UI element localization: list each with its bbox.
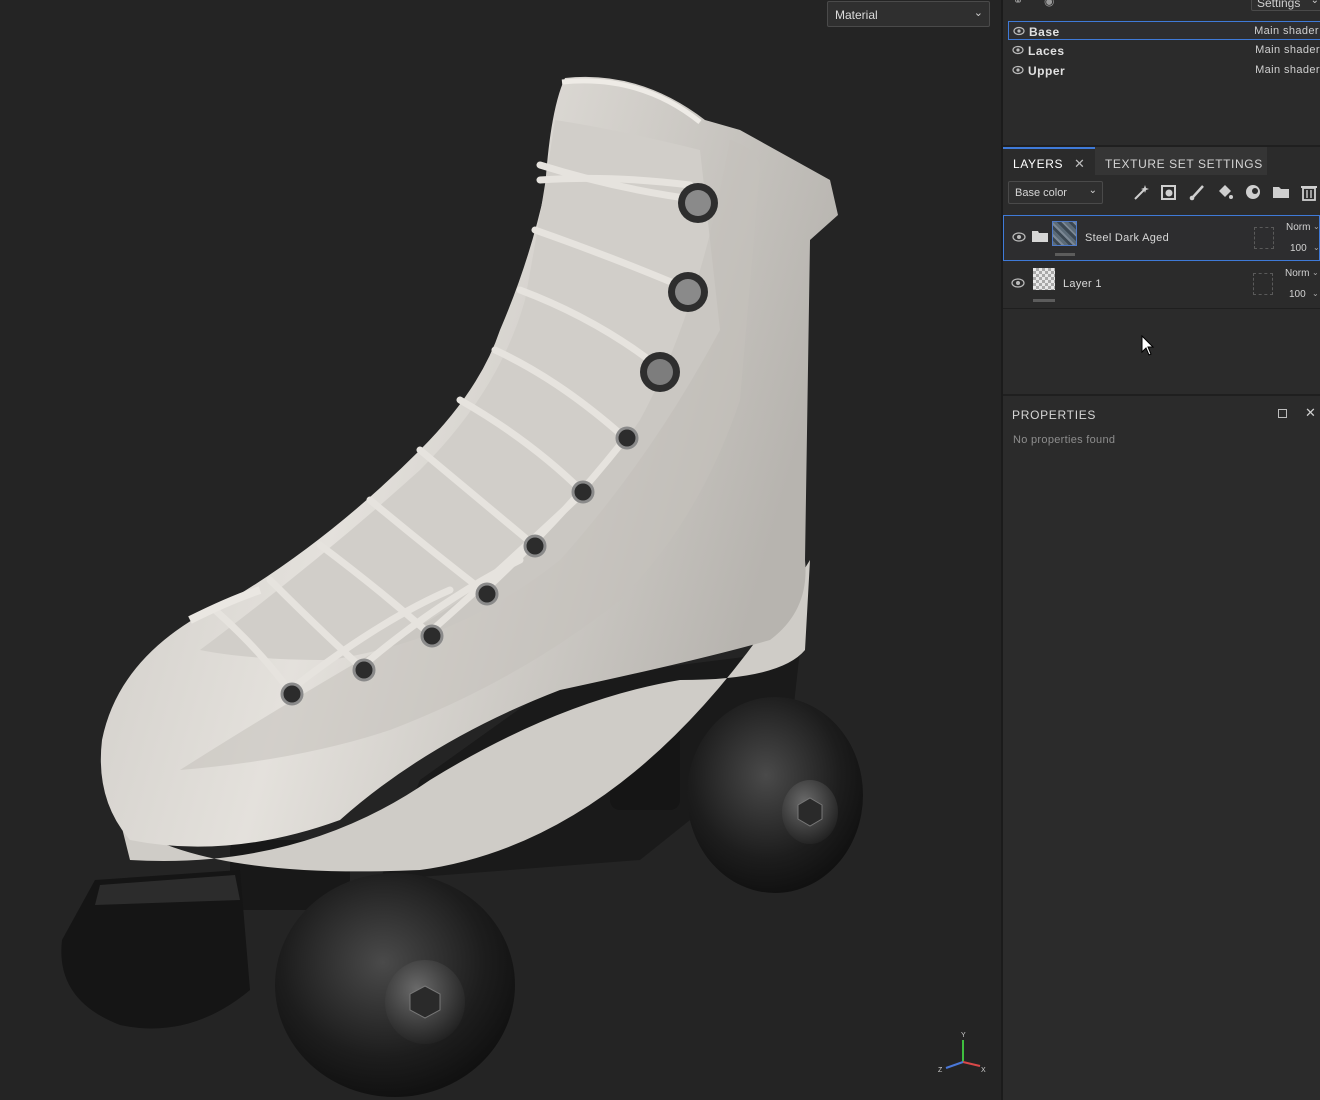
3d-viewport[interactable]: Material ⌄ Y X Z <box>0 0 1001 1100</box>
opacity-value[interactable]: 100 <box>1289 289 1306 300</box>
texture-set-laces[interactable]: Laces Main shader <box>1008 41 1320 60</box>
magic-wand-icon[interactable] <box>1131 182 1151 202</box>
material-thumbnail <box>1052 221 1077 246</box>
eye-icon[interactable] <box>1012 64 1024 76</box>
viewport-mode-label: Material <box>835 8 878 22</box>
channel-select[interactable]: Base color ⌄ <box>1008 181 1103 204</box>
undock-icon[interactable] <box>1278 409 1287 418</box>
tab-texture-set-settings[interactable]: TEXTURE SET SETTINGS <box>1095 147 1267 175</box>
layer-color-bar <box>1055 253 1075 256</box>
viewport-mode-select[interactable]: Material ⌄ <box>827 1 990 27</box>
layer-color-bar <box>1033 299 1055 302</box>
texture-set-settings-dropdown[interactable]: Settings ⌄ <box>1251 0 1320 11</box>
fill-bucket-icon[interactable] <box>1215 182 1235 202</box>
texture-set-shader[interactable]: Main shader <box>1255 44 1320 56</box>
chevron-down-icon: ⌄ <box>1310 0 1319 6</box>
eye-icon[interactable] <box>1011 277 1025 289</box>
right-panel: ⚭ ◉ Settings ⌄ Base Main shader Laces Ma… <box>1001 0 1320 1100</box>
eye-icon[interactable] <box>1012 231 1026 243</box>
blend-mode[interactable]: Norm <box>1286 222 1310 233</box>
texture-set-upper[interactable]: Upper Main shader <box>1008 61 1320 80</box>
folder-icon <box>1032 231 1048 242</box>
gizmo-x-label: X <box>981 1067 986 1074</box>
properties-header: PROPERTIES ✕ <box>1003 394 1320 430</box>
close-icon[interactable]: ✕ <box>1305 405 1316 421</box>
paint-brush-icon[interactable] <box>1187 182 1207 202</box>
layer-name: Steel Dark Aged <box>1085 232 1169 244</box>
layer-row[interactable]: Layer 1 Norm ⌄ 100 ⌄ <box>1003 262 1320 308</box>
mask-slot[interactable] <box>1254 227 1274 249</box>
texture-set-name: Base <box>1029 25 1060 39</box>
tab-texture-set-settings-label: TEXTURE SET SETTINGS <box>1105 157 1263 171</box>
properties-empty-text: No properties found <box>1013 434 1116 446</box>
axis-gizmo: Y X Z <box>938 1032 986 1074</box>
gizmo-y-label: Y <box>961 1032 966 1039</box>
folder-icon[interactable] <box>1271 182 1291 202</box>
gizmo-z-label: Z <box>938 1067 943 1074</box>
tab-layers-label: LAYERS <box>1013 157 1064 171</box>
texture-set-base[interactable]: Base Main shader <box>1008 21 1320 40</box>
divider <box>1003 308 1320 309</box>
settings-label: Settings <box>1257 0 1301 10</box>
texture-set-name: Laces <box>1028 44 1065 58</box>
chevron-down-icon: ⌄ <box>1313 243 1320 252</box>
eye-icon[interactable] <box>1012 44 1024 56</box>
layer-name: Layer 1 <box>1063 278 1102 290</box>
layer-thumbnail <box>1033 268 1055 290</box>
chevron-down-icon: ⌄ <box>1088 185 1097 196</box>
layers-tab-bar: LAYERS ✕ TEXTURE SET SETTINGS <box>1003 145 1320 175</box>
roller-skate-model[interactable] <box>0 0 1001 1100</box>
texture-set-name: Upper <box>1028 64 1066 78</box>
texture-set-shader[interactable]: Main shader <box>1254 25 1319 37</box>
link-icon[interactable]: ⚭ <box>1013 0 1023 8</box>
eye-icon[interactable] <box>1013 25 1025 37</box>
layer-row[interactable]: Steel Dark Aged Norm ⌄ 100 ⌄ <box>1003 215 1320 261</box>
chevron-down-icon: ⌄ <box>973 7 983 19</box>
properties-title: PROPERTIES <box>1012 408 1097 422</box>
chevron-down-icon: ⌄ <box>1312 289 1319 298</box>
smart-material-icon[interactable] <box>1243 182 1263 202</box>
close-icon[interactable]: ✕ <box>1074 156 1086 172</box>
chevron-down-icon: ⌄ <box>1312 268 1319 277</box>
texture-set-shader[interactable]: Main shader <box>1255 64 1320 76</box>
eye-icon[interactable]: ◉ <box>1044 0 1054 8</box>
tab-layers[interactable]: LAYERS ✕ <box>1003 147 1095 175</box>
blend-mode[interactable]: Norm <box>1285 268 1309 279</box>
texture-set-header: ⚭ ◉ Settings ⌄ <box>1003 0 1320 16</box>
chevron-down-icon: ⌄ <box>1313 222 1320 231</box>
mask-slot[interactable] <box>1253 273 1273 295</box>
trash-icon[interactable] <box>1299 182 1319 202</box>
add-mask-icon[interactable] <box>1159 182 1179 202</box>
channel-label: Base color <box>1015 187 1067 199</box>
opacity-value[interactable]: 100 <box>1290 243 1307 254</box>
